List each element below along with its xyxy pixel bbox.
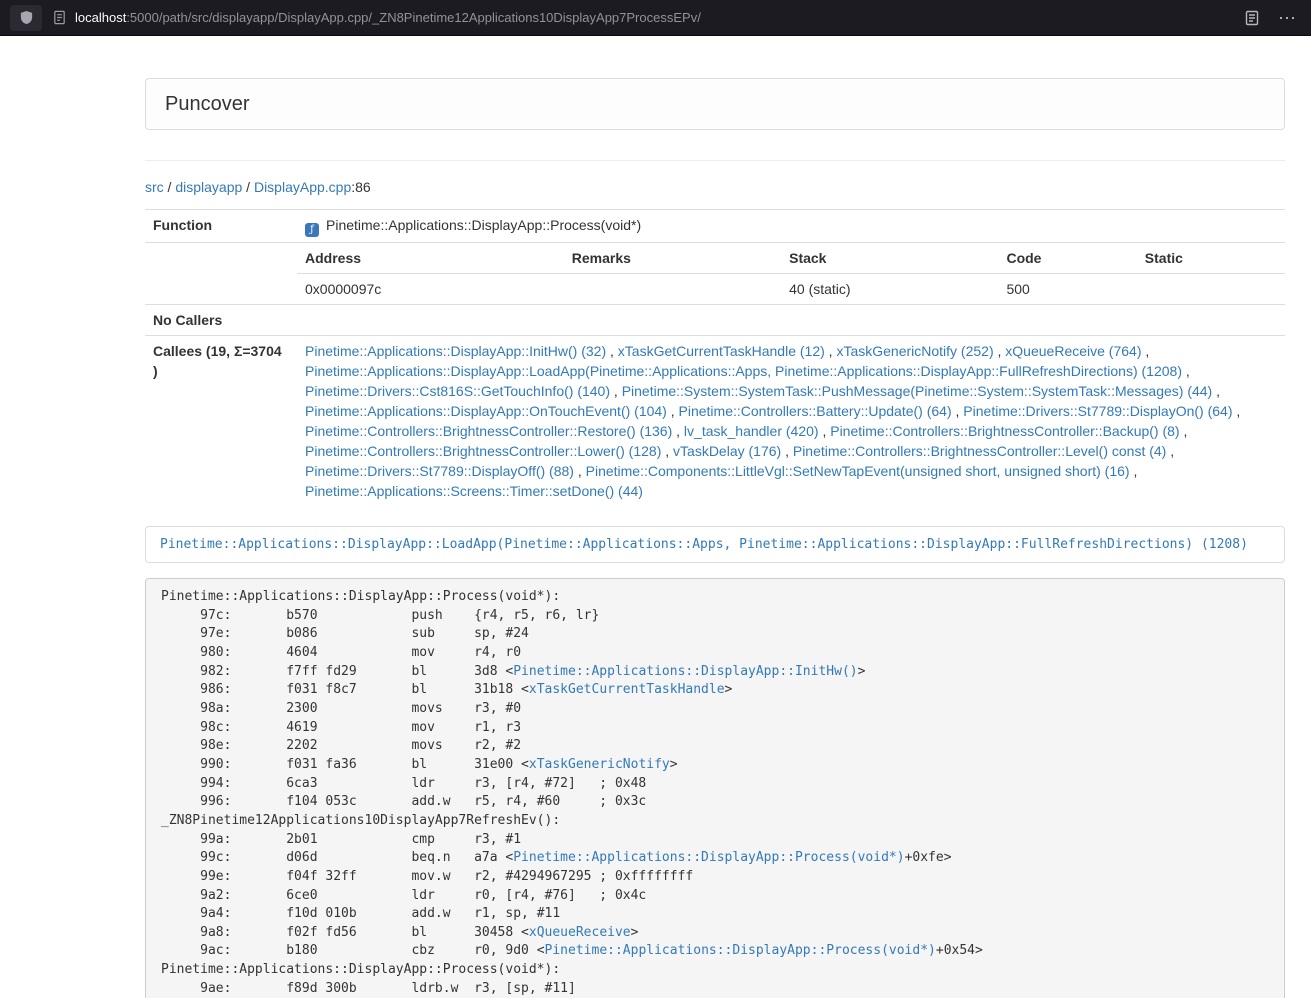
callees-row: Callees (19, Σ=3704 ) Pinetime::Applicat… (145, 336, 1285, 507)
toolbar-actions: ⋯ (1244, 9, 1297, 27)
callee-link[interactable]: Pinetime::Controllers::BrightnessControl… (305, 443, 661, 459)
callee-link[interactable]: Pinetime::Applications::DisplayApp::Load… (305, 363, 1182, 379)
static-value (1137, 274, 1285, 305)
disassembly-line: 97c: b570 push {r4, r5, r6, lr} (161, 607, 1269, 626)
disassembly-line: 99a: 2b01 cmp r3, #1 (161, 831, 1269, 850)
address-table-header-row: AddressRemarksStackCodeStatic (297, 243, 1285, 274)
breadcrumb: src / displayapp / DisplayApp.cpp:86 (145, 177, 1285, 197)
shield-icon (19, 10, 34, 25)
callee-link[interactable]: Pinetime::Controllers::BrightnessControl… (305, 423, 672, 439)
disassembly-line: 9a4: f10d 010b add.w r1, sp, #11 (161, 905, 1269, 924)
browser-toolbar: localhost:5000/path/src/displayapp/Displ… (0, 0, 1311, 36)
url-bar[interactable]: localhost:5000/path/src/displayapp/Displ… (52, 10, 1234, 25)
function-icon: ƒ (305, 223, 319, 237)
function-table: Function ƒPinetime::Applications::Displa… (145, 209, 1285, 506)
symbol-link[interactable]: Pinetime::Applications::DisplayApp::Proc… (545, 943, 936, 958)
callee-link[interactable]: Pinetime::Applications::DisplayApp::OnTo… (305, 403, 667, 419)
disassembly-line: 9ac: b180 cbz r0, 9d0 <Pinetime::Applica… (161, 942, 1269, 961)
disassembly-line: 98e: 2202 movs r2, #2 (161, 737, 1269, 756)
callees-list: Pinetime::Applications::DisplayApp::Init… (297, 336, 1285, 507)
divider (145, 160, 1285, 161)
reader-view-icon (1244, 10, 1260, 26)
callee-link[interactable]: lv_task_handler (420) (684, 423, 819, 439)
callee-link[interactable]: Pinetime::Drivers::Cst816S::GetTouchInfo… (305, 383, 610, 399)
disassembly-line: Pinetime::Applications::DisplayApp::Proc… (161, 961, 1269, 980)
url-host: localhost (75, 10, 126, 25)
function-name: Pinetime::Applications::DisplayApp::Proc… (326, 217, 641, 233)
page-title: Puncover (165, 93, 250, 115)
symbol-link[interactable]: xQueueReceive (529, 925, 631, 940)
callee-link[interactable]: xTaskGenericNotify (252) (836, 343, 993, 359)
symbol-link[interactable]: xTaskGetCurrentTaskHandle (529, 682, 725, 697)
callee-link[interactable]: Pinetime::Drivers::St7789::DisplayOff() … (305, 463, 574, 479)
callee-link[interactable]: Pinetime::Controllers::BrightnessControl… (793, 443, 1166, 459)
no-callers-row: No Callers (145, 305, 1285, 336)
disassembly-line: 996: f104 053c add.w r5, r4, #60 ; 0x3c (161, 793, 1269, 812)
disassembly-line: 990: f031 fa36 bl 31e00 <xTaskGenericNot… (161, 756, 1269, 775)
disassembly-line: 982: f7ff fd29 bl 3d8 <Pinetime::Applica… (161, 663, 1269, 682)
breadcrumb-link[interactable]: src (145, 179, 164, 195)
address-value: 0x0000097c (297, 274, 564, 305)
disassembly-line: Pinetime::Applications::DisplayApp::Proc… (161, 588, 1269, 607)
column-header-address: Address (297, 243, 564, 274)
callee-link[interactable]: vTaskDelay (176) (673, 443, 781, 459)
remarks-value (564, 274, 781, 305)
disassembly-line: 994: 6ca3 ldr r3, [r4, #72] ; 0x48 (161, 775, 1269, 794)
address-table-cell: AddressRemarksStackCodeStatic 0x0000097c… (297, 243, 1285, 305)
disassembly-line: 986: f031 f8c7 bl 31b18 <xTaskGetCurrent… (161, 681, 1269, 700)
disassembly-code: Pinetime::Applications::DisplayApp::Proc… (145, 578, 1285, 998)
disassembly-line: _ZN8Pinetime12Applications10DisplayApp7R… (161, 812, 1269, 831)
address-table: AddressRemarksStackCodeStatic 0x0000097c… (297, 243, 1285, 304)
page-container: Puncover src / displayapp / DisplayApp.c… (145, 78, 1285, 998)
page-icon (52, 10, 67, 25)
empty-row-label (145, 243, 297, 305)
tracking-protection-button[interactable] (10, 5, 42, 31)
no-callers-cell (297, 305, 1285, 336)
disassembly-line: 9a8: f02f fd56 bl 30458 <xQueueReceive> (161, 924, 1269, 943)
symbol-panel-link[interactable]: Pinetime::Applications::DisplayApp::Load… (160, 537, 1248, 552)
function-row: Function ƒ Pinetime::Applications::Displa… (145, 210, 1285, 243)
code-value: 500 (998, 274, 1136, 305)
url-path: :5000/path/src/displayapp/DisplayApp.cpp… (126, 10, 701, 25)
column-header-remarks: Remarks (564, 243, 781, 274)
callee-link[interactable]: Pinetime::Controllers::Battery::Update()… (679, 403, 952, 419)
column-header-code: Code (998, 243, 1136, 274)
disassembly-line: 98c: 4619 mov r1, r3 (161, 719, 1269, 738)
callee-link[interactable]: Pinetime::Components::LittleVgl::SetNewT… (586, 463, 1130, 479)
symbol-link[interactable]: Pinetime::Applications::DisplayApp::Proc… (513, 850, 904, 865)
disassembly-line: 980: 4604 mov r4, r0 (161, 644, 1269, 663)
symbol-link[interactable]: Pinetime::Applications::DisplayApp::Init… (513, 664, 857, 679)
callee-link[interactable]: Pinetime::Controllers::BrightnessControl… (830, 423, 1179, 439)
breadcrumb-link[interactable]: DisplayApp.cpp (254, 179, 351, 195)
disassembly-line: 98a: 2300 movs r3, #0 (161, 700, 1269, 719)
disassembly-line: 99c: d06d beq.n a7a <Pinetime::Applicati… (161, 849, 1269, 868)
disassembly-line: 97e: b086 sub sp, #24 (161, 625, 1269, 644)
more-menu-button[interactable]: ⋯ (1278, 9, 1297, 27)
callee-link[interactable]: Pinetime::Applications::Screens::Timer::… (305, 483, 643, 499)
callee-link[interactable]: xTaskGetCurrentTaskHandle (12) (618, 343, 825, 359)
address-table-value-row: 0x0000097c 40 (static) 500 (297, 274, 1285, 305)
reader-view-button[interactable] (1244, 10, 1260, 26)
callee-link[interactable]: Pinetime::Drivers::St7789::DisplayOn() (… (963, 403, 1232, 419)
callee-link[interactable]: Pinetime::Applications::DisplayApp::Init… (305, 343, 606, 359)
url-text: localhost:5000/path/src/displayapp/Displ… (75, 10, 701, 25)
symbol-panel: Pinetime::Applications::DisplayApp::Load… (145, 526, 1285, 563)
app-title-panel: Puncover (145, 78, 1285, 130)
breadcrumb-link[interactable]: displayapp (175, 179, 242, 195)
disassembly-line: 99e: f04f 32ff mov.w r2, #4294967295 ; 0… (161, 868, 1269, 887)
stack-value: 40 (static) (781, 274, 998, 305)
disassembly-line: 9ae: f89d 300b ldrb.w r3, [sp, #11] (161, 980, 1269, 998)
column-header-stack: Stack (781, 243, 998, 274)
no-callers-label: No Callers (145, 305, 297, 336)
disassembly-line: 9a2: 6ce0 ldr r0, [r4, #76] ; 0x4c (161, 887, 1269, 906)
address-table-row: AddressRemarksStackCodeStatic 0x0000097c… (145, 243, 1285, 305)
function-name-cell: ƒ Pinetime::Applications::DisplayApp::Pro… (297, 210, 1285, 243)
function-row-label: Function (145, 210, 297, 243)
callee-link[interactable]: Pinetime::System::SystemTask::PushMessag… (622, 383, 1213, 399)
callees-label: Callees (19, Σ=3704 ) (145, 336, 297, 507)
symbol-link[interactable]: xTaskGenericNotify (529, 757, 670, 772)
callee-link[interactable]: xQueueReceive (764) (1005, 343, 1141, 359)
column-header-static: Static (1137, 243, 1285, 274)
